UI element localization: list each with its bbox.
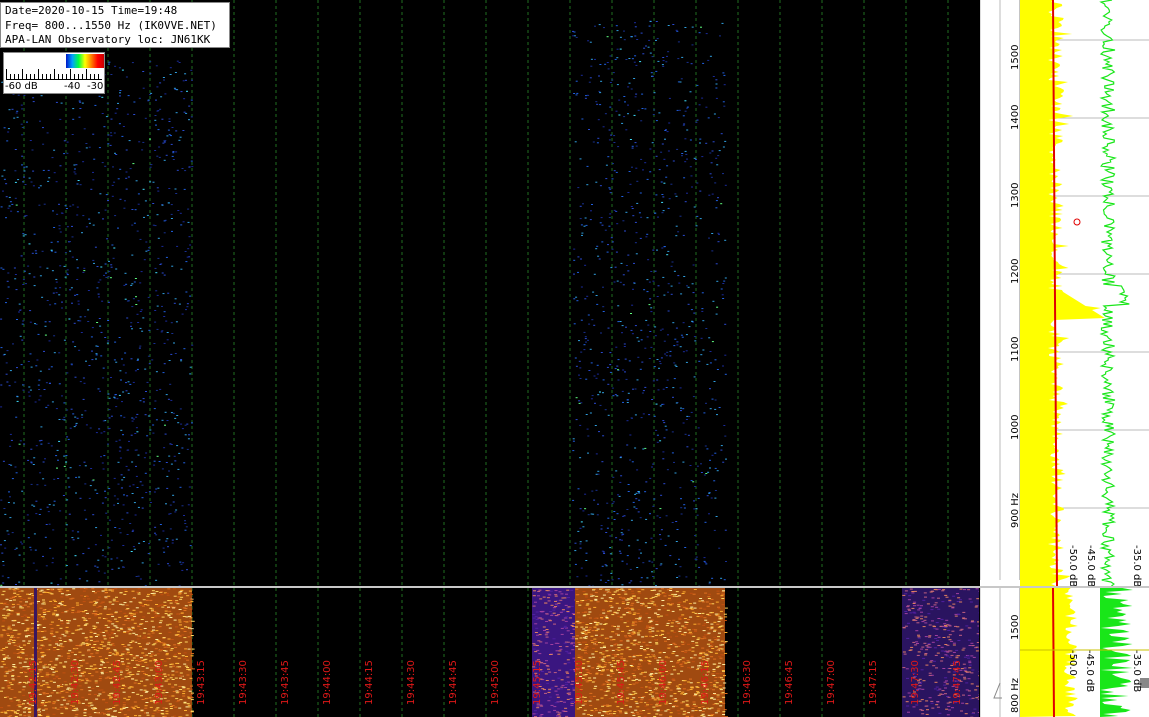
time-label: 19:45:15 <box>532 660 543 705</box>
time-label: 19:46:15 <box>700 660 711 705</box>
time-label: 19:44:45 <box>448 660 459 705</box>
legend-mid-label: -40 <box>64 81 81 92</box>
info-date-line: Date=2020-10-15 Time=19:48 <box>5 4 178 17</box>
freq-label-1400: 1400 <box>1010 104 1021 130</box>
color-scale-bar <box>66 54 104 68</box>
spectrum-wide-panel[interactable]: 1500 800 Hz -50.0 -45.0 dB -35.0 dB <box>980 588 1149 717</box>
time-label: 19:46:30 <box>742 660 753 705</box>
freq-label-1500: 1500 <box>1010 44 1021 70</box>
spectrum-wide-traces <box>980 588 1149 717</box>
time-label: 19:47:15 <box>868 660 879 705</box>
time-label: 19:47:30 <box>910 660 921 705</box>
freq-label-1000: 1000 <box>1010 414 1021 440</box>
wide-freq-label-800: 800 Hz <box>1010 677 1021 713</box>
spectrum-panel[interactable]: 1500 1400 1300 1200 1100 1000 900 Hz -50… <box>980 0 1149 586</box>
time-label: 19:42:15 <box>28 660 39 705</box>
wide-freq-label-1500: 1500 <box>1010 614 1021 640</box>
legend-low-label: -60 dB <box>5 81 38 92</box>
freq-label-1300: 1300 <box>1010 182 1021 208</box>
time-label: 19:46:00 <box>658 660 669 705</box>
time-label: 19:43:45 <box>280 660 291 705</box>
wide-db-label-50: -50.0 <box>1067 650 1078 676</box>
freq-label-1200: 1200 <box>1010 258 1021 284</box>
waterfall-main-canvas <box>0 0 949 586</box>
time-label: 19:44:00 <box>322 660 333 705</box>
freq-label-900: 900 Hz <box>1010 492 1021 528</box>
db-label-35: -35.0 dB <box>1131 545 1142 586</box>
legend-ruler <box>6 69 102 80</box>
time-label: 19:47:00 <box>826 660 837 705</box>
time-label: 19:46:45 <box>784 660 795 705</box>
info-location-line: APA-LAN Observatory loc: JN61KK <box>5 33 211 46</box>
waterfall-main[interactable] <box>0 0 979 586</box>
time-label: 19:45:30 <box>574 660 585 705</box>
db-label-50: -50.0 dB <box>1067 545 1078 586</box>
info-freq-line: Freq= 800...1550 Hz (IK0VVE.NET) <box>5 18 217 32</box>
time-label: 19:43:30 <box>238 660 249 705</box>
spectrum-traces <box>980 0 1149 586</box>
time-label: 19:42:45 <box>112 660 123 705</box>
time-label: 19:45:45 <box>616 660 627 705</box>
time-label: 19:45:00 <box>490 660 501 705</box>
time-label: 19:42:30 <box>70 660 81 705</box>
legend-ruler-ticks <box>6 69 99 79</box>
color-legend: -60 dB -40 -30 <box>3 52 105 94</box>
wide-db-label-45: -45.0 dB <box>1084 650 1095 693</box>
wide-db-label-35: -35.0 dB <box>1131 650 1142 693</box>
db-label-45: -45.0 dB <box>1085 545 1096 586</box>
time-label: 19:47:45 <box>952 660 963 705</box>
time-label: 19:43:00 <box>154 660 165 705</box>
time-label: 19:43:15 <box>196 660 207 705</box>
info-box: Date=2020-10-15 Time=19:48 Freq= 800...1… <box>0 2 230 48</box>
panel-divider <box>0 586 1149 588</box>
legend-high-label: -30 <box>87 81 104 92</box>
time-label: 19:44:30 <box>406 660 417 705</box>
time-label: 19:44:15 <box>364 660 375 705</box>
freq-label-1100: 1100 <box>1010 336 1021 362</box>
